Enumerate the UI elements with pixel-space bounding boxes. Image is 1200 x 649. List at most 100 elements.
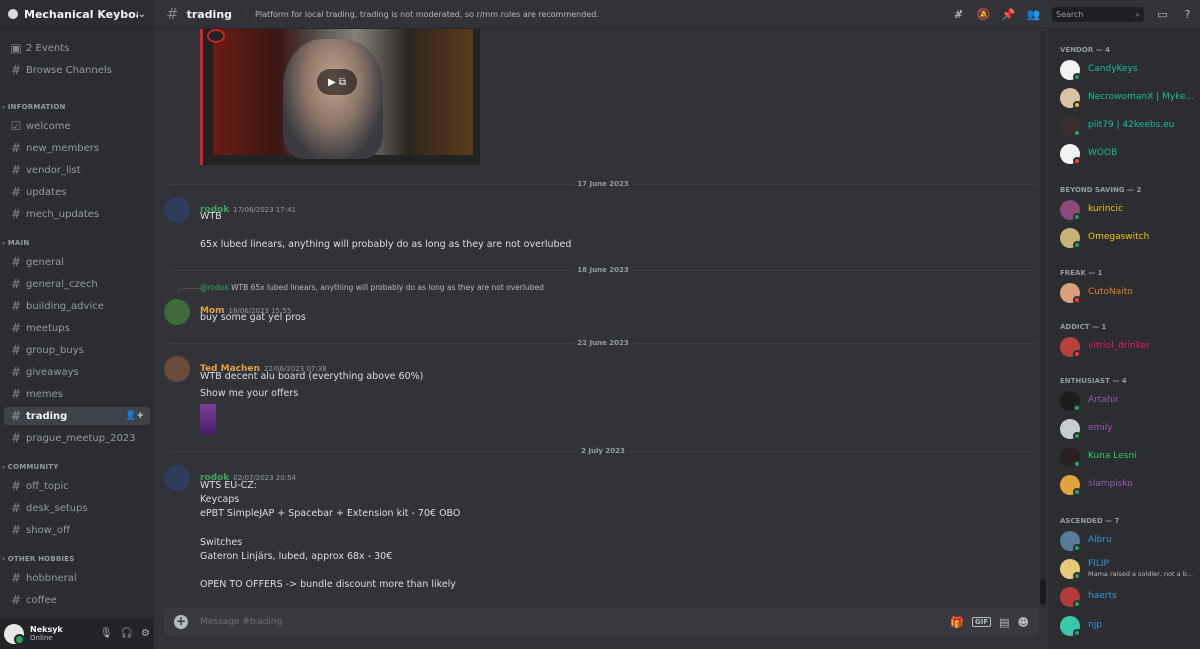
- channel-general-czech[interactable]: # general_czech: [4, 275, 150, 293]
- channel-trading[interactable]: # trading 👤+: [4, 407, 150, 425]
- inbox-icon[interactable]: ▭: [1150, 8, 1175, 21]
- message-input[interactable]: Message #trading: [200, 617, 950, 627]
- threads-icon[interactable]: #̸: [946, 8, 971, 21]
- mute-bell-icon[interactable]: 🔕: [971, 8, 996, 21]
- headphones-icon[interactable]: 🎧: [121, 628, 133, 639]
- hash-icon: #: [10, 299, 22, 313]
- date-divider: 2 July 2023: [170, 447, 1036, 455]
- category-label: OTHER HOBBIES: [7, 555, 75, 563]
- search-input[interactable]: Search ⌕: [1052, 7, 1144, 22]
- message-text: OPEN TO OFFERS -> bundle discount more t…: [200, 579, 456, 590]
- channel-topic[interactable]: Platform for local trading, trading is n…: [246, 9, 599, 19]
- pin-icon[interactable]: 📌: [996, 8, 1021, 21]
- member-item[interactable]: NecrowomanX | Myke...: [1060, 88, 1200, 112]
- invite-member-icon[interactable]: 👤+: [125, 411, 144, 421]
- server-header[interactable]: Mechanical Keyboar... ⌄: [0, 0, 154, 29]
- hash-icon: #: [10, 185, 22, 199]
- channel-label: hobbneral: [26, 572, 77, 584]
- member-item[interactable]: kurincic: [1060, 200, 1200, 224]
- member-item[interactable]: Omegaswitch: [1060, 228, 1200, 252]
- hash-icon: #: [10, 571, 22, 585]
- status-dot: [1073, 157, 1081, 165]
- category-label: MAIN: [7, 239, 30, 247]
- category-main[interactable]: › MAIN: [2, 239, 29, 247]
- member-item[interactable]: CandyKeys: [1060, 60, 1200, 84]
- channel-group-buys[interactable]: # group_buys: [4, 341, 150, 359]
- channel-building-advice[interactable]: # building_advice: [4, 297, 150, 315]
- member-item[interactable]: piit79 | 42keebs.eu: [1060, 116, 1200, 140]
- channel-mech-updates[interactable]: # mech_updates: [4, 205, 150, 223]
- chevron-down-icon[interactable]: ⌄: [138, 9, 146, 20]
- member-item[interactable]: Kuna Lesni: [1060, 447, 1200, 471]
- channel-general[interactable]: # general: [4, 253, 150, 271]
- status-dot: [1073, 241, 1081, 249]
- member-group-title: ENTHUSIAST — 4: [1060, 377, 1127, 385]
- category-other-hobbies[interactable]: › OTHER HOBBIES: [2, 555, 74, 563]
- member-item[interactable]: slampisko: [1060, 475, 1200, 499]
- avatar[interactable]: [164, 465, 190, 491]
- member-item[interactable]: njp: [1060, 616, 1200, 640]
- username: Neksyk: [30, 625, 63, 634]
- channel-memes[interactable]: # memes: [4, 385, 150, 403]
- member-list-icon[interactable]: 👥: [1021, 8, 1046, 21]
- emoji-icon[interactable]: ☻: [1018, 616, 1029, 629]
- member-item[interactable]: CutoNaito: [1060, 283, 1200, 307]
- avatar[interactable]: [164, 356, 190, 382]
- member-name: Artahir: [1088, 395, 1119, 405]
- channel-desk-setups[interactable]: # desk_setups: [4, 499, 150, 517]
- gear-icon[interactable]: ⚙: [141, 628, 150, 639]
- channel-label: welcome: [26, 120, 71, 132]
- status-dot: [1073, 432, 1081, 440]
- avatar[interactable]: [164, 299, 190, 325]
- channel-hobbneral[interactable]: # hobbneral: [4, 569, 150, 587]
- member-item[interactable]: FILIP Mama raised a soldier, not a b...: [1060, 559, 1200, 583]
- gift-icon[interactable]: 🎁: [950, 616, 964, 629]
- channel-vendor-list[interactable]: # vendor_list: [4, 161, 150, 179]
- channel-giveaways[interactable]: # giveaways: [4, 363, 150, 381]
- sticker-icon[interactable]: ▤: [999, 616, 1009, 629]
- microphone-icon[interactable]: 🎙: [100, 628, 113, 639]
- channel-coffee[interactable]: # coffee: [4, 591, 150, 609]
- member-item[interactable]: haerts: [1060, 587, 1200, 611]
- gif-icon[interactable]: GIF: [971, 617, 992, 627]
- channel-label: general_czech: [26, 278, 98, 290]
- member-item[interactable]: vitriol_drinker: [1060, 337, 1200, 361]
- member-name: FILIP: [1088, 559, 1109, 569]
- channel-prague-meetup-2023[interactable]: # prague_meetup_2023: [4, 429, 150, 447]
- plus-icon[interactable]: +: [174, 615, 188, 629]
- status-dot: [1073, 350, 1081, 358]
- video-embed[interactable]: ▶ ⧉: [200, 29, 480, 165]
- category-information[interactable]: › INFORMATION: [2, 103, 66, 111]
- browse-channels-link[interactable]: # Browse Channels: [4, 61, 150, 79]
- channel-updates[interactable]: # updates: [4, 183, 150, 201]
- status-dot: [1073, 404, 1081, 412]
- member-item[interactable]: emily: [1060, 419, 1200, 443]
- channel-new-members[interactable]: # new_members: [4, 139, 150, 157]
- channel-label: building_advice: [26, 300, 104, 312]
- member-name: Albru: [1088, 535, 1112, 545]
- help-icon[interactable]: ?: [1175, 8, 1200, 21]
- events-link[interactable]: ▣ 2 Events: [4, 39, 150, 57]
- channel-show-off[interactable]: # show_off: [4, 521, 150, 539]
- reply-preview[interactable]: @rodok WTB 65x lubed linears, anything w…: [200, 283, 544, 292]
- channel-off-topic[interactable]: # off_topic: [4, 477, 150, 495]
- avatar[interactable]: [4, 623, 25, 645]
- category-label: INFORMATION: [7, 103, 66, 111]
- member-item[interactable]: Albru: [1060, 531, 1200, 555]
- image-attachment[interactable]: [200, 404, 216, 434]
- message-text: 65x lubed linears, anything will probabl…: [200, 239, 572, 250]
- chat-scrollbar[interactable]: [1040, 30, 1046, 605]
- message-text: Keycaps: [200, 494, 240, 505]
- scrollbar-thumb[interactable]: [1040, 579, 1046, 605]
- play-icon[interactable]: ▶ ⧉: [317, 69, 357, 95]
- avatar[interactable]: [164, 197, 190, 223]
- hash-icon: #: [10, 431, 22, 445]
- message-text: ePBT SimpleJAP + Spacebar + Extension ki…: [200, 508, 461, 519]
- category-community[interactable]: › COMMUNITY: [2, 463, 59, 471]
- channel-welcome[interactable]: ☑ welcome: [4, 117, 150, 135]
- date-divider: 17 June 2023: [170, 180, 1036, 188]
- member-item[interactable]: Artahir: [1060, 391, 1200, 415]
- message-text: Show me your offers: [200, 388, 299, 399]
- channel-meetups[interactable]: # meetups: [4, 319, 150, 337]
- member-item[interactable]: WOOB: [1060, 144, 1200, 168]
